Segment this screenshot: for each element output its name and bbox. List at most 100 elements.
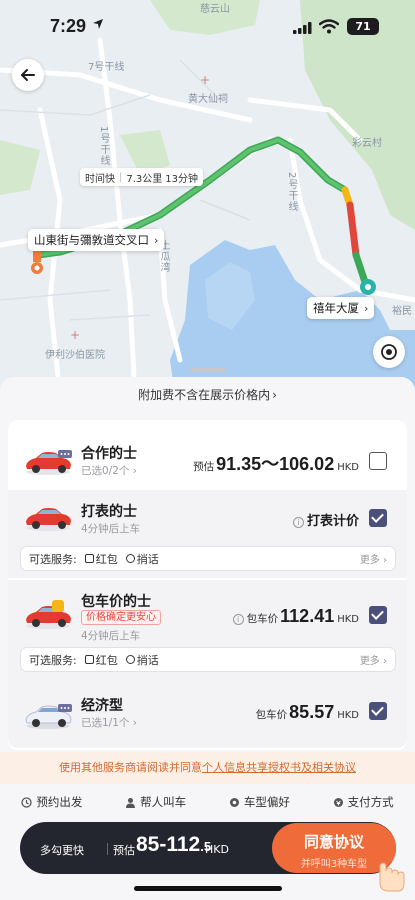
back-button[interactable] <box>12 59 44 91</box>
price-label: 预估 <box>193 461 215 473</box>
agree-button-label: 同意协议 <box>303 833 364 851</box>
optional-services[interactable]: 可选服务: 红包 捎话 更多 › <box>20 546 396 571</box>
home-indicator <box>134 886 282 891</box>
estimate-currency: HKD <box>205 843 229 856</box>
services-more[interactable]: 更多 › <box>360 652 387 667</box>
option-checkbox[interactable] <box>369 702 387 720</box>
map-label-line7: 7号干线 <box>88 62 125 73</box>
optional-services[interactable]: 可选服务: 红包 捎话 更多 › <box>20 647 396 672</box>
service-red-packet[interactable]: 红包 <box>84 652 118 668</box>
option-row-metered-taxi[interactable]: 打表的士 4分钟后上车 i 打表计价 <box>8 492 407 542</box>
map-label-ngauchiwan: 彩云村 <box>352 138 382 149</box>
service-shout[interactable]: 捎话 <box>125 551 159 567</box>
price-unit: HKD <box>337 710 359 721</box>
battery-indicator: 71 <box>347 18 379 35</box>
red-packet-icon <box>84 655 94 664</box>
screen: + + 慈云山 7号干线 黄大仙祠 1号干线 2号干线 土瓜湾 彩云村 伊利沙伯… <box>0 0 415 900</box>
wifi-icon <box>319 19 339 34</box>
settings-icon <box>229 797 239 807</box>
option-row-economy[interactable]: 经济型 已选1/1个 › 包车价 85.57 HKD <box>8 688 407 744</box>
route-distance: 7.3公里 <box>126 173 163 185</box>
services-more[interactable]: 更多 › <box>360 551 387 566</box>
price-label: 包车价 <box>255 709 288 721</box>
message-icon <box>125 655 135 664</box>
option-row-cooperative-taxi[interactable]: 合作的士 已选0/2个 › 预估 91.35～106.02 HKD <box>8 434 407 490</box>
red-packet-icon <box>84 554 94 563</box>
sheet-handle[interactable] <box>190 368 226 372</box>
destination-label[interactable]: 禧年大厦 › <box>307 297 375 319</box>
pref-call-for-others[interactable]: 帮人叫车 <box>104 788 208 816</box>
option-name: 打表的士 <box>81 504 137 520</box>
surcharge-note[interactable]: 附加费不含在展示价格内 › <box>0 382 415 408</box>
more-dots-icon <box>58 450 72 458</box>
price-value: 85.57 <box>289 702 335 722</box>
signal-icon <box>293 22 312 34</box>
pointing-hand-icon <box>373 857 405 892</box>
option-price: 包车价 85.57 HKD <box>256 702 359 723</box>
services-label: 可选服务: <box>29 552 77 566</box>
surcharge-note-text: 附加费不含在展示价格内 <box>138 388 271 402</box>
pref-schedule[interactable]: 预约出发 <box>0 788 104 816</box>
price-value: 112.41 <box>280 606 335 626</box>
locate-icon <box>381 344 397 360</box>
service-shout[interactable]: 捎话 <box>125 652 159 668</box>
clock-icon <box>21 796 33 808</box>
option-checkbox[interactable] <box>369 452 387 470</box>
map-label-line2: 2号干线 <box>286 172 297 213</box>
route-badge: 时间快 | 7.3公里 13分钟 <box>80 168 204 186</box>
price-unit: HKD <box>337 614 359 625</box>
pref-payment[interactable]: 支付方式 <box>311 788 415 816</box>
chevron-right-icon: › <box>154 233 159 247</box>
option-price: 预估 91.35～106.02 HKD <box>193 450 359 476</box>
map[interactable]: + + 慈云山 7号干线 黄大仙祠 1号干线 2号干线 土瓜湾 彩云村 伊利沙伯… <box>0 0 415 395</box>
option-sub: 已选0/2个 › <box>81 465 137 477</box>
option-sub: 已选1/1个 › <box>81 717 137 729</box>
option-sub: 4分钟后上车 <box>81 523 141 535</box>
more-fast-text: 多勾更快 <box>40 844 84 857</box>
option-badge: 价格确定更安心 <box>81 610 161 625</box>
price-unit: HKD <box>337 462 359 473</box>
option-name: 经济型 <box>81 698 123 714</box>
option-checkbox[interactable] <box>369 606 387 624</box>
status-bar: 7:29 71 <box>0 0 415 52</box>
chevron-right-icon: › <box>272 388 277 402</box>
info-icon[interactable]: i <box>292 517 304 528</box>
locate-button[interactable] <box>373 336 405 368</box>
origin-label[interactable]: 山東街与彌敦道交叉口 › <box>28 229 165 251</box>
pref-car-type[interactable]: 车型偏好 <box>208 788 312 816</box>
option-name: 合作的士 <box>81 446 137 462</box>
services-label: 可选服务: <box>29 653 77 667</box>
payment-icon <box>333 797 343 807</box>
origin-label-text: 山東街与彌敦道交叉口 <box>34 233 149 247</box>
agreement-prefix: 使用其他服务商请阅读并同意 <box>59 761 202 774</box>
route-separator: | <box>119 171 123 183</box>
arrow-left-icon <box>21 69 35 81</box>
route-tag: 时间快 <box>85 173 115 185</box>
estimate-range: 85-112.5 <box>136 833 212 856</box>
map-label-wongtaisin: 黄大仙祠 <box>188 94 228 105</box>
red-taxi-icon <box>26 508 71 531</box>
red-taxi-icon <box>26 600 71 629</box>
more-dots-icon <box>58 704 72 712</box>
destination-label-text: 禧年大厦 <box>313 301 359 315</box>
option-sub: 4分钟后上车 <box>81 630 141 642</box>
map-label-yuk: 裕民 <box>392 306 412 317</box>
service-red-packet[interactable]: 红包 <box>84 551 118 567</box>
info-icon[interactable]: i <box>232 614 244 625</box>
estimate-label: 预估 <box>113 844 135 857</box>
status-time: 7:29 <box>50 16 87 36</box>
map-base: + + <box>0 0 415 395</box>
map-label-line1: 1号干线 <box>98 126 109 167</box>
svg-text:+: + <box>200 73 210 87</box>
option-price: i 包车价 112.41 HKD <box>232 606 359 627</box>
price-value: 91.35～106.02 <box>216 454 335 474</box>
option-checkbox[interactable] <box>369 509 387 527</box>
svg-text:+: + <box>70 328 80 342</box>
person-icon <box>126 797 136 808</box>
agreement-link[interactable]: 个人信息共享授权书及相关协议 <box>202 761 356 774</box>
map-label-hospital: 伊利沙伯医院 <box>45 350 105 361</box>
option-name: 包车价的士 <box>81 594 151 610</box>
chevron-right-icon: › <box>364 301 369 315</box>
preferences-bar: 预约出发 帮人叫车 车型偏好 支付方式 <box>0 788 415 816</box>
option-row-charter-taxi[interactable]: 包车价的士 价格确定更安心 4分钟后上车 i 包车价 112.41 HKD <box>8 586 407 642</box>
